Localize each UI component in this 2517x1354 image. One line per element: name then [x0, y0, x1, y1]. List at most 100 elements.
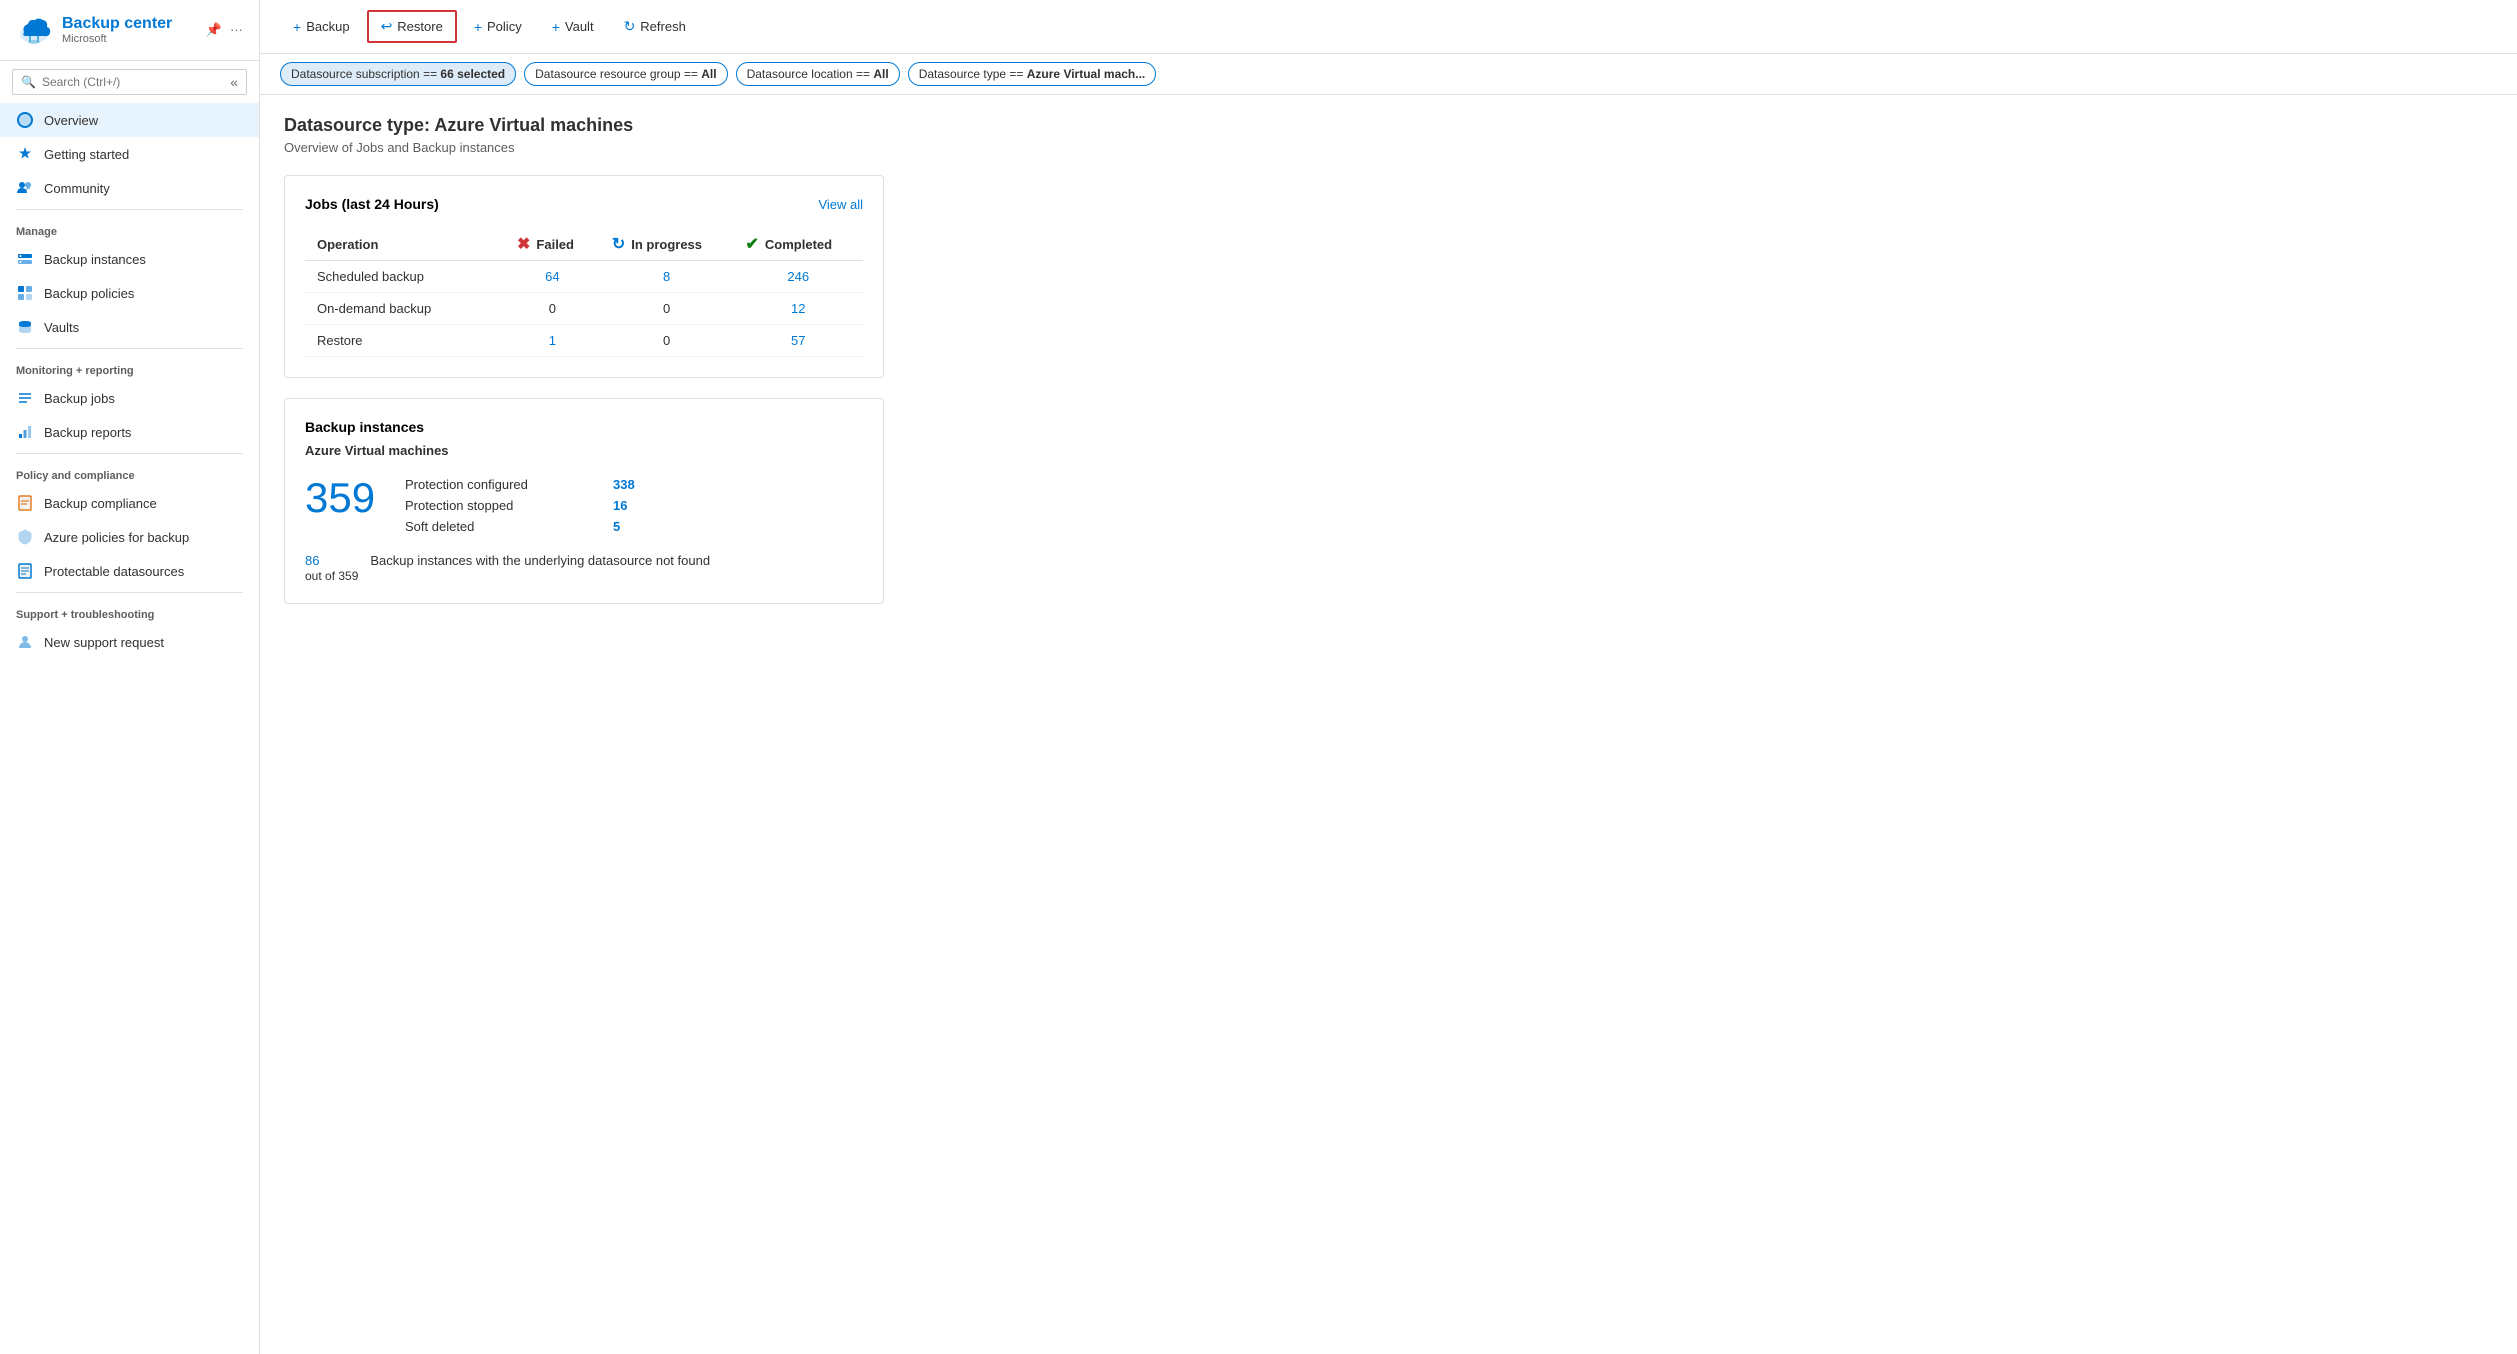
page-subtitle: Overview of Jobs and Backup instances — [284, 140, 2493, 155]
sidebar-item-protectable[interactable]: Protectable datasources — [0, 554, 259, 588]
footer-count[interactable]: 86 — [305, 553, 319, 568]
failed-zero: 0 — [549, 301, 556, 316]
failed-count-link[interactable]: 1 — [549, 333, 556, 348]
sidebar-header: Backup center Microsoft 📌 ··· — [0, 0, 259, 61]
progress-count-link[interactable]: 8 — [663, 269, 670, 284]
sidebar-item-community[interactable]: Community — [0, 171, 259, 205]
sidebar-item-getting-started[interactable]: Getting started — [0, 137, 259, 171]
refresh-button[interactable]: ↻ Refresh — [611, 11, 699, 42]
footer-count-group: 86 out of 359 — [305, 553, 358, 583]
jobs-card: Jobs (last 24 Hours) View all Operation … — [284, 175, 884, 378]
backup-instances-subtitle: Azure Virtual machines — [305, 443, 863, 458]
operation-cell: Scheduled backup — [305, 261, 505, 293]
failed-cell: 1 — [505, 325, 600, 357]
filter-location[interactable]: Datasource location == All — [736, 62, 900, 86]
section-policy: Policy and compliance — [0, 458, 259, 486]
sidebar-item-backup-instances[interactable]: Backup instances — [0, 242, 259, 276]
sidebar-item-label: Azure policies for backup — [44, 530, 189, 545]
sidebar-item-backup-compliance[interactable]: Backup compliance — [0, 486, 259, 520]
failed-cell: 0 — [505, 293, 600, 325]
soft-deleted-value[interactable]: 5 — [613, 519, 620, 534]
sidebar-item-label: New support request — [44, 635, 164, 650]
progress-cell: 0 — [600, 293, 734, 325]
instances-total-count: 359 — [305, 474, 385, 522]
sidebar-item-label: Backup compliance — [44, 496, 157, 511]
vaults-icon — [16, 318, 34, 336]
backup-button[interactable]: + Backup — [280, 12, 363, 42]
protection-configured-value[interactable]: 338 — [613, 477, 635, 492]
sidebar-item-label: Backup instances — [44, 252, 146, 267]
protection-configured-label: Protection configured — [405, 477, 605, 492]
sidebar-item-overview[interactable]: Overview — [0, 103, 259, 137]
jobs-card-title: Jobs (last 24 Hours) — [305, 196, 439, 212]
app-title: Backup center — [62, 15, 172, 33]
filter-subscription[interactable]: Datasource subscription == 66 selected — [280, 62, 516, 86]
vault-plus-icon: + — [552, 19, 560, 35]
backup-plus-icon: + — [293, 19, 301, 35]
search-container[interactable]: 🔍 « — [12, 69, 247, 95]
filter-resource-group[interactable]: Datasource resource group == All — [524, 62, 727, 86]
operation-cell: Restore — [305, 325, 505, 357]
table-row: Restore 1 0 57 — [305, 325, 863, 357]
footer-label: Backup instances with the underlying dat… — [370, 553, 710, 583]
search-input[interactable] — [42, 75, 224, 89]
view-all-link[interactable]: View all — [818, 197, 863, 212]
instances-details: Protection configured 338 Protection sto… — [405, 474, 863, 537]
sidebar-item-label: Backup policies — [44, 286, 134, 301]
sidebar-item-azure-policies[interactable]: Azure policies for backup — [0, 520, 259, 554]
protectable-icon — [16, 562, 34, 580]
search-icon: 🔍 — [21, 75, 36, 89]
policy-button[interactable]: + Policy — [461, 12, 535, 42]
section-support: Support + troubleshooting — [0, 597, 259, 625]
restore-icon: ↩ — [381, 18, 393, 35]
completed-count-link[interactable]: 57 — [791, 333, 805, 348]
completed-status-icon: ✔ — [746, 234, 759, 254]
completed-count-link[interactable]: 246 — [787, 269, 809, 284]
filter-type-label: Datasource type == Azure Virtual mach... — [919, 67, 1146, 81]
sidebar-item-backup-jobs[interactable]: Backup jobs — [0, 381, 259, 415]
filter-type[interactable]: Datasource type == Azure Virtual mach... — [908, 62, 1157, 86]
progress-zero: 0 — [663, 301, 670, 316]
main-content: + Backup ↩ Restore + Policy + Vault ↻ Re… — [260, 0, 2517, 1354]
app-subtitle: Microsoft — [62, 33, 172, 45]
progress-cell: 0 — [600, 325, 734, 357]
list-item: Protection stopped 16 — [405, 495, 863, 516]
sidebar-item-backup-reports[interactable]: Backup reports — [0, 415, 259, 449]
more-icon[interactable]: ··· — [230, 22, 243, 38]
soft-deleted-label: Soft deleted — [405, 519, 605, 534]
table-row: Scheduled backup 64 8 246 — [305, 261, 863, 293]
protection-stopped-value[interactable]: 16 — [613, 498, 627, 513]
divider-support — [16, 592, 243, 593]
divider-policy — [16, 453, 243, 454]
vault-button[interactable]: + Vault — [539, 12, 607, 42]
header-actions[interactable]: 📌 ··· — [206, 22, 243, 38]
col-header-in-progress: ↻ In progress — [600, 228, 734, 261]
restore-button[interactable]: ↩ Restore — [367, 10, 457, 43]
divider-monitoring — [16, 348, 243, 349]
failed-count-link[interactable]: 64 — [545, 269, 559, 284]
list-item: Soft deleted 5 — [405, 516, 863, 537]
backup-instances-icon — [16, 250, 34, 268]
azure-policies-icon — [16, 528, 34, 546]
failed-status-icon: ✖ — [517, 234, 530, 254]
getting-started-icon — [16, 145, 34, 163]
collapse-icon[interactable]: « — [230, 74, 238, 90]
progress-zero: 0 — [663, 333, 670, 348]
sidebar-item-new-support[interactable]: New support request — [0, 625, 259, 659]
sidebar-item-label: Overview — [44, 113, 98, 128]
toolbar: + Backup ↩ Restore + Policy + Vault ↻ Re… — [260, 0, 2517, 54]
overview-icon — [16, 111, 34, 129]
refresh-icon: ↻ — [624, 18, 636, 35]
completed-count-link[interactable]: 12 — [791, 301, 805, 316]
support-icon — [16, 633, 34, 651]
backup-reports-icon — [16, 423, 34, 441]
filter-bar: Datasource subscription == 66 selected D… — [260, 54, 2517, 95]
sidebar-item-vaults[interactable]: Vaults — [0, 310, 259, 344]
table-row: On-demand backup 0 0 12 — [305, 293, 863, 325]
page-title: Datasource type: Azure Virtual machines — [284, 115, 2493, 136]
pin-icon[interactable]: 📌 — [206, 22, 222, 38]
completed-cell: 246 — [734, 261, 863, 293]
list-item: Protection configured 338 — [405, 474, 863, 495]
sidebar-item-backup-policies[interactable]: Backup policies — [0, 276, 259, 310]
col-header-completed: ✔ Completed — [734, 228, 863, 261]
